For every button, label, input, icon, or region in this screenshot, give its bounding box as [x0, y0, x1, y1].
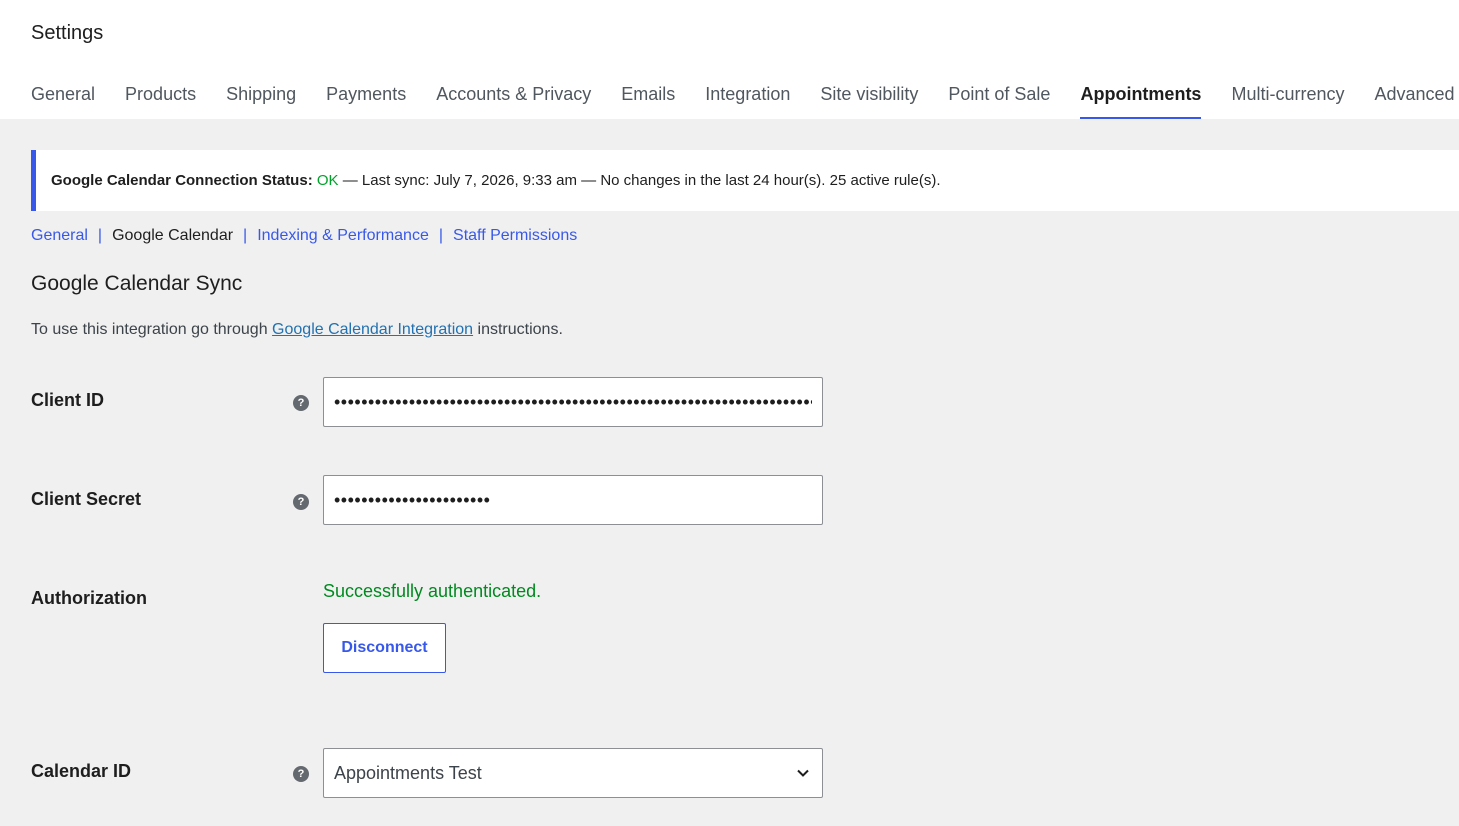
tab-products[interactable]: Products — [125, 80, 196, 119]
subsection-nav: General | Google Calendar | Indexing & P… — [31, 227, 577, 245]
client-secret-input[interactable] — [323, 475, 823, 525]
auth-status-text: Successfully authenticated. — [323, 581, 542, 601]
description-text: To use this integration go through — [31, 321, 273, 338]
connection-status-notice: Google Calendar Connection Status: OK — … — [31, 150, 1459, 211]
tab-point-of-sale[interactable]: Point of Sale — [948, 80, 1050, 119]
section-description: To use this integration go through Googl… — [31, 321, 563, 339]
page-title: Settings — [31, 22, 104, 44]
notice-details: — Last sync: July 7, 2026, 9:33 am — No … — [338, 172, 941, 189]
tab-accounts-privacy[interactable]: Accounts & Privacy — [436, 80, 591, 119]
subnav-separator: | — [438, 227, 444, 244]
calendar-id-help-icon[interactable]: ? — [293, 766, 309, 782]
tab-integration[interactable]: Integration — [705, 80, 790, 119]
settings-tabs: General Products Shipping Payments Accou… — [31, 80, 1459, 119]
tab-payments[interactable]: Payments — [326, 80, 406, 119]
calendar-id-select[interactable]: Appointments Test — [323, 748, 823, 798]
subnav-indexing-performance[interactable]: Indexing & Performance — [257, 227, 429, 245]
client-id-label: Client ID — [31, 390, 105, 410]
section-title: Google Calendar Sync — [31, 272, 243, 295]
tab-emails[interactable]: Emails — [621, 80, 675, 119]
subnav-separator: | — [243, 227, 248, 244]
client-id-input[interactable] — [323, 377, 823, 427]
calendar-id-selected-value: Appointments Test — [334, 763, 482, 783]
tab-site-visibility[interactable]: Site visibility — [820, 80, 918, 119]
client-id-help-icon[interactable]: ? — [293, 395, 309, 411]
description-text: instructions. — [473, 321, 563, 338]
authorization-label: Authorization — [31, 588, 147, 608]
tab-appointments[interactable]: Appointments — [1080, 80, 1202, 119]
subnav-separator: | — [97, 227, 103, 244]
tab-general[interactable]: General — [31, 80, 95, 119]
chevron-down-icon — [797, 769, 809, 777]
tab-multi-currency[interactable]: Multi-currency — [1231, 80, 1344, 119]
subnav-google-calendar[interactable]: Google Calendar — [112, 227, 233, 245]
disconnect-button[interactable]: Disconnect — [323, 623, 446, 673]
settings-header: Settings General Products Shipping Payme… — [0, 0, 1459, 119]
tab-shipping[interactable]: Shipping — [226, 80, 296, 119]
client-secret-label: Client Secret — [31, 489, 142, 509]
status-badge: OK — [316, 172, 339, 189]
subnav-staff-permissions[interactable]: Staff Permissions — [453, 227, 577, 245]
subnav-general[interactable]: General — [31, 227, 88, 245]
tab-advanced[interactable]: Advanced — [1374, 80, 1454, 119]
client-secret-help-icon[interactable]: ? — [293, 494, 309, 510]
calendar-id-label: Calendar ID — [31, 761, 132, 781]
google-calendar-integration-link[interactable]: Google Calendar Integration — [272, 321, 473, 338]
notice-label: Google Calendar Connection Status: — [51, 172, 313, 189]
